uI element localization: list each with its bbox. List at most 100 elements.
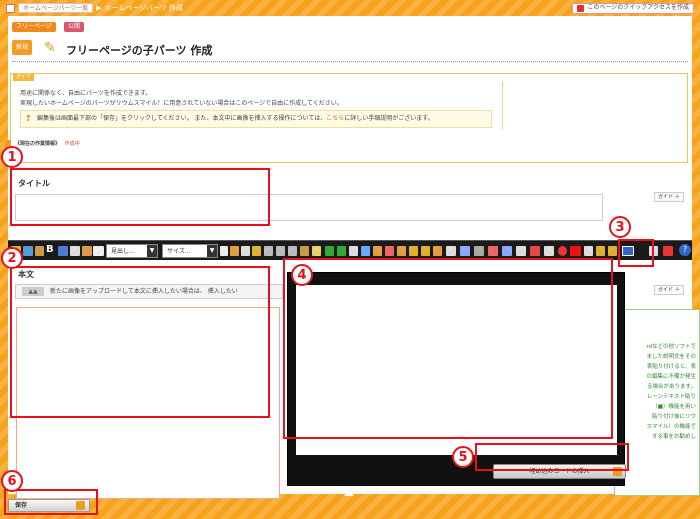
heading-select-label: 見出し... [111, 248, 135, 255]
eraser-icon[interactable] [70, 246, 80, 256]
guide-line-2: 実現したいホームページのパーツがリウムスマイル！に用意されていない場合はこのペー… [20, 100, 343, 107]
smiley-icon[interactable] [409, 246, 418, 256]
callout-number-5: 5 [452, 446, 474, 468]
undo-icon[interactable] [300, 246, 309, 256]
callout-box-5 [475, 443, 629, 471]
title-divider [12, 61, 688, 62]
public-badge: 公開 [64, 22, 85, 32]
help-icon[interactable]: ? [679, 244, 691, 256]
indent-icon[interactable] [288, 246, 297, 256]
preview-icon[interactable] [663, 246, 673, 256]
page-title: フリーページの子パーツ 作成 [66, 44, 213, 57]
bullet-list-icon[interactable] [264, 246, 273, 256]
guide-line-1: 用途に関係なく、自由にパーツを作成できます。 [20, 90, 152, 97]
callout-number-6: 6 [1, 470, 23, 492]
paste-text-icon[interactable] [252, 246, 261, 256]
youtube-icon[interactable] [570, 246, 581, 256]
size-select[interactable]: サイズ... ▼ [162, 244, 218, 258]
text-color-icon[interactable] [82, 246, 92, 256]
free-page-badge: フリーページ [12, 22, 56, 32]
top-bar: ホームページパーツ一覧 ▶ ホームページパーツ 作成 このページのクイックアクセ… [0, 0, 700, 16]
quick-access-button[interactable]: このページのクイックアクセスを作成 [572, 2, 694, 14]
textfield-icon[interactable] [488, 246, 498, 256]
tip-text-after: に詳しい手順説明がございます。 [344, 115, 434, 122]
tip-text-before: 編集後は画面最下部の「保存」をクリックしてください。 また、本文中に画像を挿入す… [37, 115, 327, 122]
table-icon[interactable] [361, 246, 370, 256]
select-field-icon[interactable] [516, 246, 526, 256]
maximize-icon[interactable] [584, 246, 593, 256]
side-help-line: 貼り付け後にリウ [651, 414, 696, 420]
unlink-icon[interactable] [337, 246, 346, 256]
form-icon[interactable] [446, 246, 456, 256]
side-help-line: の編集に不備が発生 [646, 374, 696, 380]
special-char-icon[interactable] [385, 246, 394, 256]
size-select-label: サイズ... [167, 248, 191, 255]
chevron-down-icon: ▼ [147, 245, 157, 257]
callout-box-6 [4, 489, 98, 515]
spellcheck-icon[interactable] [93, 246, 104, 256]
editor-toolbar: B 見出し... ▼ サイズ... ▼ ? [8, 240, 692, 260]
button-field-icon[interactable] [530, 246, 540, 256]
side-help-line: スマイル！の機能で [646, 424, 696, 430]
body-guide-button[interactable]: ガイド ＋ [654, 285, 684, 295]
pencil-icon: ✎ [44, 40, 56, 56]
side-help-line: レーンテキスト貼り [646, 394, 696, 400]
breadcrumb-root[interactable]: ホームページパーツ一覧 [18, 3, 94, 13]
radio-icon[interactable] [474, 246, 484, 256]
side-help-line: ました説明文をその [646, 354, 696, 360]
callout-number-1: 1 [1, 146, 23, 168]
quick-access-label: このページのクイックアクセスを作成 [587, 4, 689, 11]
anchor-icon[interactable] [349, 246, 358, 256]
lightbulb-icon: ❢ [25, 114, 32, 123]
side-help-line: 表貼り付けると、表 [646, 364, 696, 370]
new-badge: 新規 [12, 40, 32, 55]
copy-icon[interactable] [230, 246, 239, 256]
insert-image-icon[interactable] [23, 246, 33, 256]
callout-number-2: 2 [1, 247, 23, 269]
bold-button[interactable]: B [46, 244, 54, 255]
guide-tag: ガイド [13, 74, 35, 81]
callout-box-4 [283, 258, 613, 439]
brush-icon[interactable] [58, 246, 68, 256]
panel-caret [344, 491, 354, 496]
work-status-label: 《現在の作業情報》 [15, 141, 61, 147]
home-icon[interactable] [6, 3, 15, 13]
iframe-icon[interactable] [433, 246, 442, 256]
breadcrumb: ホームページパーツ一覧 ▶ ホームページパーツ 作成 [6, 3, 183, 13]
callout-number-4: 4 [291, 264, 313, 286]
page-break-icon[interactable] [421, 246, 430, 256]
callout-number-3: 3 [609, 216, 631, 238]
heading-select[interactable]: 見出し... ▼ [106, 244, 158, 258]
side-help-line: （■）機能を用い [652, 404, 696, 410]
document-icon[interactable] [220, 246, 228, 256]
arrow-icon[interactable] [608, 246, 617, 256]
callout-box-1 [10, 168, 270, 226]
textarea-icon[interactable] [502, 246, 512, 256]
numbered-list-icon[interactable] [276, 246, 285, 256]
guide-tip: ❢ 編集後は画面最下部の「保存」をクリックしてください。 また、本文中に画像を挿… [20, 110, 492, 128]
guide-box: ガイド 用途に関係なく、自由にパーツを作成できます。 実現したいホームページのパ… [5, 73, 688, 163]
map-pin-icon[interactable] [558, 246, 567, 256]
link-icon[interactable] [325, 246, 334, 256]
photo-icon[interactable] [35, 246, 44, 256]
title-guide-button[interactable]: ガイド ＋ [654, 192, 684, 202]
redo-icon[interactable] [596, 246, 605, 256]
quick-access-icon [577, 4, 585, 12]
checkbox-icon[interactable] [460, 246, 470, 256]
guide-separator [502, 81, 503, 129]
template-icon[interactable] [373, 246, 382, 256]
tip-link[interactable]: こちら [326, 115, 344, 122]
hidden-field-icon[interactable] [544, 246, 554, 256]
work-status: 《現在の作業情報》 作成中 [15, 140, 80, 147]
side-help-line: する事をお勧めし [651, 434, 696, 440]
blockquote-icon[interactable] [312, 246, 321, 256]
callout-box-3 [618, 239, 654, 267]
side-help-line: rdなどの他ソフトで [646, 344, 696, 350]
horizontal-rule-icon[interactable] [397, 246, 406, 256]
breadcrumb-separator-icon: ▶ [96, 4, 102, 12]
breadcrumb-current: ホームページパーツ 作成 [104, 4, 183, 12]
paste-icon[interactable] [241, 246, 250, 256]
work-status-state: 作成中 [64, 141, 80, 147]
callout-box-2 [10, 266, 270, 418]
chevron-down-icon: ▼ [207, 245, 217, 257]
